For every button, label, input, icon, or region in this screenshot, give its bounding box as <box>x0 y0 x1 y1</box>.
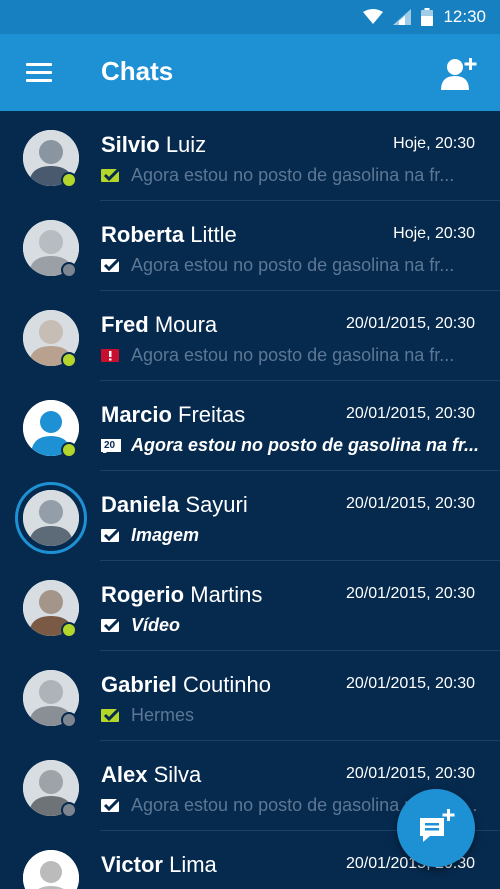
add-person-icon <box>441 58 477 90</box>
unread-count-icon: 20 <box>101 437 121 455</box>
page-title: Chats <box>101 56 174 86</box>
message-preview: Agora estou no posto de gasolina na fr..… <box>131 254 455 275</box>
chat-list-item[interactable]: Gabriel Coutinho 20/01/2015, 20:30 Hermes <box>0 651 500 741</box>
menu-button[interactable] <box>26 63 52 83</box>
message-preview: Agora estou no posto de gasolina na fr..… <box>131 434 480 455</box>
contact-last-name: Luiz <box>165 132 207 157</box>
new-chat-icon <box>420 809 455 842</box>
signal-icon <box>393 9 412 25</box>
message-preview: Agora estou no posto de gasolina na fr..… <box>131 164 455 185</box>
contact-name: Silvio Luiz <box>101 132 206 158</box>
message-preview-row: Agora estou no posto de gasolina na fr..… <box>101 253 482 277</box>
contact-name: Daniela Sayuri <box>101 492 248 518</box>
contact-first-name: Fred <box>101 312 149 337</box>
chat-list-item[interactable]: Silvio Luiz Hoje, 20:30 Agora estou no pos… <box>0 111 500 201</box>
message-time: 20/01/2015, 20:30 <box>345 765 475 782</box>
message-preview-row: Hermes <box>101 703 482 727</box>
profile-photo-icon <box>23 490 79 546</box>
message-preview-row: Vídeo <box>101 613 482 637</box>
message-preview: Hermes <box>131 704 195 725</box>
message-time: 20/01/2015, 20:30 <box>345 495 475 512</box>
online-status-dot <box>61 172 77 188</box>
offline-status-dot <box>61 802 77 818</box>
sent-check-icon <box>101 526 122 543</box>
contact-first-name: Silvio <box>101 132 160 157</box>
message-time: 20/01/2015, 20:30 <box>345 405 475 422</box>
message-preview-row: Agora estou no posto de gasolina na fr..… <box>101 163 482 187</box>
contact-name: Rogerio Martins <box>101 582 262 608</box>
message-preview: Vídeo <box>131 614 181 635</box>
message-preview-row: Agora estou no posto de gasolina na fr..… <box>101 343 482 367</box>
contact-last-name: Martins <box>190 582 263 607</box>
new-chat-button[interactable] <box>397 789 475 867</box>
status-bar: 12:30 <box>0 0 500 34</box>
read-check-icon <box>101 706 122 723</box>
sent-check-icon <box>101 796 122 813</box>
sent-check-icon <box>101 256 122 273</box>
contact-first-name: Gabriel <box>101 672 177 697</box>
contact-name: Roberta Little <box>101 222 237 248</box>
message-preview-row: 20 Agora estou no posto de gasolina na fr… <box>101 433 482 457</box>
avatar[interactable] <box>23 850 79 889</box>
wifi-icon <box>363 9 384 24</box>
message-preview-row: Imagem <box>101 523 482 547</box>
contact-first-name: Marcio <box>101 402 172 427</box>
message-time: 20/01/2015, 20:30 <box>345 675 475 692</box>
contact-last-name: Moura <box>154 312 218 337</box>
unread-count: 20 <box>104 440 116 451</box>
contact-first-name: Victor <box>101 852 163 877</box>
add-contact-button[interactable] <box>440 56 478 90</box>
contact-last-name: Coutinho <box>182 672 272 697</box>
online-status-dot <box>61 442 77 458</box>
chat-list-item[interactable]: Rogerio Martins 20/01/2015, 20:30 Vídeo <box>0 561 500 651</box>
contact-name: Marcio Freitas <box>101 402 245 428</box>
avatar[interactable] <box>23 490 79 546</box>
contact-first-name: Roberta <box>101 222 185 247</box>
contact-last-name: Lima <box>169 852 217 877</box>
message-time: 20/01/2015, 20:30 <box>345 315 475 332</box>
hamburger-menu-icon <box>26 63 52 66</box>
offline-status-dot <box>61 712 77 728</box>
message-preview-row <box>101 883 482 889</box>
chat-list: Silvio Luiz Hoje, 20:30 Agora estou no pos… <box>0 111 500 889</box>
online-status-dot <box>61 352 77 368</box>
contact-first-name: Alex <box>101 762 148 787</box>
read-check-icon <box>101 166 122 183</box>
default-avatar-icon <box>23 850 79 889</box>
contact-name: Alex Silva <box>101 762 201 788</box>
contact-first-name: Daniela <box>101 492 180 517</box>
message-time: Hoje, 20:30 <box>393 135 475 152</box>
contact-name: Victor Lima <box>101 852 217 878</box>
sent-check-icon <box>101 616 122 633</box>
contact-name: Gabriel Coutinho <box>101 672 271 698</box>
message-time: Hoje, 20:30 <box>393 225 475 242</box>
message-preview: Imagem <box>131 524 200 545</box>
status-time: 12:30 <box>443 7 486 26</box>
contact-last-name: Freitas <box>178 402 246 427</box>
message-preview: Agora estou no posto de gasolina na fr..… <box>131 344 455 365</box>
contact-last-name: Sayuri <box>185 492 248 517</box>
online-status-dot <box>61 622 77 638</box>
chat-list-item[interactable]: Marcio Freitas 20/01/2015, 20:30 20 Agora e… <box>0 381 500 471</box>
message-time: 20/01/2015, 20:30 <box>345 585 475 602</box>
contact-name: Fred Moura <box>101 312 217 338</box>
contact-first-name: Rogerio <box>101 582 185 607</box>
chat-list-item[interactable]: Fred Moura 20/01/2015, 20:30 Agora estou n… <box>0 291 500 381</box>
app-bar: Chats <box>0 34 500 111</box>
error-icon <box>101 347 121 363</box>
chat-list-item[interactable]: Roberta Little Hoje, 20:30 Agora estou no … <box>0 201 500 291</box>
chat-list-item[interactable]: Daniela Sayuri 20/01/2015, 20:30 Imagem <box>0 471 500 561</box>
contact-last-name: Silva <box>153 762 202 787</box>
battery-icon <box>421 8 434 26</box>
offline-status-dot <box>61 262 77 278</box>
contact-last-name: Little <box>190 222 237 247</box>
